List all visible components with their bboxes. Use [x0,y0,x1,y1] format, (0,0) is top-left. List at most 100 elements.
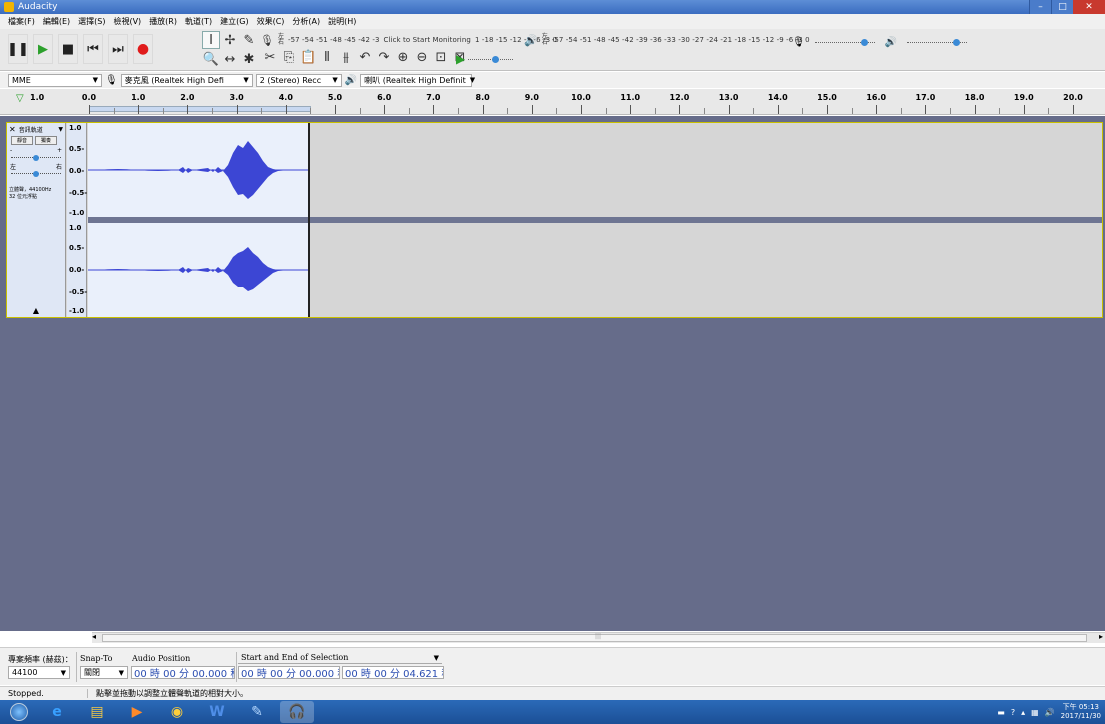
timeline-selection[interactable] [89,106,311,112]
scroll-left-arrow[interactable]: ◂ [92,632,96,641]
timeline-minor-tick [999,108,1001,114]
selection-format-select[interactable]: Start and End of Selection ▼ [238,652,442,664]
recording-device-select[interactable]: 麥克風 (Realtek High Defi ▼ [120,73,253,87]
menu-item[interactable]: 效果(C) [257,16,285,27]
stop-button[interactable]: ■ [58,34,78,64]
ie-taskbar-button[interactable]: e [40,701,74,723]
menu-item[interactable]: 軌道(T) [185,16,212,27]
output-volume-slider[interactable] [907,39,968,46]
playback-meter[interactable]: 🔊 左右 -57 -54 -51 -48 -45 -42 -39 -36 -33… [524,32,810,48]
paste-button[interactable]: 📋 [300,50,316,65]
multi-tool[interactable]: ✱ [240,50,258,68]
envelope-tool[interactable]: ✢ [221,31,239,49]
snap-to-select[interactable]: 關閉 ▼ [80,666,128,679]
play-button[interactable]: ▶ [33,34,53,64]
pause-button[interactable]: ❚❚ [7,34,29,64]
audio-position-field[interactable]: 00 時 00 分 00.000 秒 [131,666,235,679]
menu-item[interactable]: 檢視(V) [113,16,141,27]
battery-icon[interactable]: ▬ [997,708,1005,717]
solo-button[interactable]: 獨奏 [35,136,57,145]
slider-knob[interactable] [33,155,39,161]
window-controls: – □ ✕ [1029,0,1105,14]
cut-button[interactable]: ✂ [262,50,278,65]
menu-item[interactable]: 編輯(E) [43,16,70,27]
slider-knob[interactable] [492,55,500,63]
audio-track[interactable]: ✕ 音訊軌道 ▼ 靜音 獨奏 - + 左 右 立體聲，44100Hz 32 位元… [6,122,1103,318]
volume-icon[interactable]: 🔊 [1045,708,1055,717]
project-rate-select[interactable]: 44100 ▼ [8,666,70,679]
paint-taskbar-button[interactable]: ✎ [240,701,274,723]
silence-button[interactable]: ⫵ [338,50,354,65]
play-at-speed-button[interactable]: ▶ [456,52,465,66]
menu-item[interactable]: 分析(A) [292,16,320,27]
maximize-button[interactable]: □ [1051,0,1073,14]
playback-device-select[interactable]: 喇叭 (Realtek High Definit ▼ [360,73,475,87]
scroll-right-arrow[interactable]: ▸ [1099,632,1103,641]
gain-slider[interactable] [11,155,61,161]
media-player-taskbar-button[interactable]: ▶ [120,701,154,723]
skip-start-button[interactable]: ⏮ [83,34,103,64]
timeline-major-tick [1023,105,1025,114]
start-button[interactable] [4,701,34,723]
zoom-in-button[interactable]: ⊕ [395,50,411,65]
tray-expand-icon[interactable]: ▴ [1021,708,1025,717]
track-panel[interactable]: ✕ 音訊軌道 ▼ 靜音 獨奏 - + 左 右 立體聲，44100Hz 32 位元… [0,116,1105,631]
timeline-start-label: 1.0 [30,93,45,102]
horizontal-scrollbar[interactable]: ◂ ||| ▸ [92,632,1105,643]
audacity-taskbar-button[interactable]: 🎧 [280,701,314,723]
zoom-tool[interactable]: 🔍 [202,50,220,68]
input-volume-slider[interactable] [814,39,875,46]
waveform-right-channel[interactable] [88,223,309,317]
slider-knob[interactable] [33,171,39,177]
edit-toolbar: ✂ ⎘ 📋 ⫴ ⫵ ↶ ↷ ⊕ ⊖ ⊡ ⊠ [262,50,468,65]
time-shift-tool[interactable]: ↔ [221,50,239,68]
vertical-ruler[interactable]: 1.0 0.5- 0.0- -0.5- -1.0 1.0 0.5- 0.0- -… [67,123,87,317]
track-menu-arrow[interactable]: ▼ [58,126,63,133]
selection-end-field[interactable]: 00 時 00 分 04.621 秒 [342,666,444,679]
minimize-button[interactable]: – [1029,0,1051,14]
undo-button[interactable]: ↶ [357,50,373,65]
network-icon[interactable]: ▦ [1031,708,1039,717]
record-button[interactable]: ● [133,34,153,64]
timeline-ruler[interactable]: ▽ 1.0 0.0 1.0 2.0 3.0 4.0 5.0 6.0 7.0 8.0 9.0 10.0… [0,89,1105,115]
menu-item[interactable]: 選擇(S) [78,16,105,27]
fit-selection-button[interactable]: ⊡ [433,50,449,65]
click-to-start-monitoring[interactable]: Click to Start Monitoring [384,36,471,44]
word-taskbar-button[interactable]: W [200,701,234,723]
selection-start-field[interactable]: 00 時 00 分 00.000 秒 [238,666,340,679]
record-meter[interactable]: 🎙 左右 -57 -54 -51 -48 -45 -42 -3 Click to… [260,32,557,48]
timeline-tick-label: 13.0 [718,93,739,102]
play-speed-slider[interactable] [468,55,514,63]
taskbar-clock[interactable]: 下午 05:13 2017/11/30 [1061,703,1101,721]
timeline-tick-label: 18.0 [964,93,985,102]
track-name[interactable]: 音訊軌道 [19,125,43,134]
audio-host-select[interactable]: MME ▼ [8,73,102,87]
redo-button[interactable]: ↷ [376,50,392,65]
mute-button[interactable]: 靜音 [11,136,33,145]
menu-item[interactable]: 說明(H) [328,16,356,27]
scrollbar-thumb[interactable]: ||| [102,633,1087,642]
menu-item[interactable]: 播放(R) [149,16,177,27]
collapse-track-button[interactable]: ▲ [7,306,65,315]
pin-icon[interactable]: ▽ [16,93,24,104]
close-button[interactable]: ✕ [1073,0,1105,14]
chrome-taskbar-button[interactable]: ◉ [160,701,194,723]
track-name-bar[interactable]: ✕ 音訊軌道 ▼ [9,125,63,134]
skip-end-button[interactable]: ⏭ [108,34,128,64]
slider-knob[interactable] [860,39,868,46]
pan-slider[interactable] [11,171,61,177]
copy-button[interactable]: ⎘ [281,50,297,65]
selection-tool[interactable]: I [202,31,220,49]
title-bar[interactable]: Audacity – □ ✕ [0,0,1105,14]
waveform-left-channel[interactable] [88,123,309,217]
zoom-out-button[interactable]: ⊖ [414,50,430,65]
help-icon[interactable]: ? [1011,708,1015,717]
explorer-taskbar-button[interactable]: ▤ [80,701,114,723]
menu-item[interactable]: 檔案(F) [8,16,35,27]
trim-button[interactable]: ⫴ [319,50,335,65]
menu-item[interactable]: 建立(G) [220,16,248,27]
recording-channels-select[interactable]: 2 (Stereo) Recc ▼ [255,73,342,87]
draw-tool[interactable]: ✎ [240,31,258,49]
track-close-icon[interactable]: ✕ [9,125,16,134]
slider-knob[interactable] [953,39,961,46]
